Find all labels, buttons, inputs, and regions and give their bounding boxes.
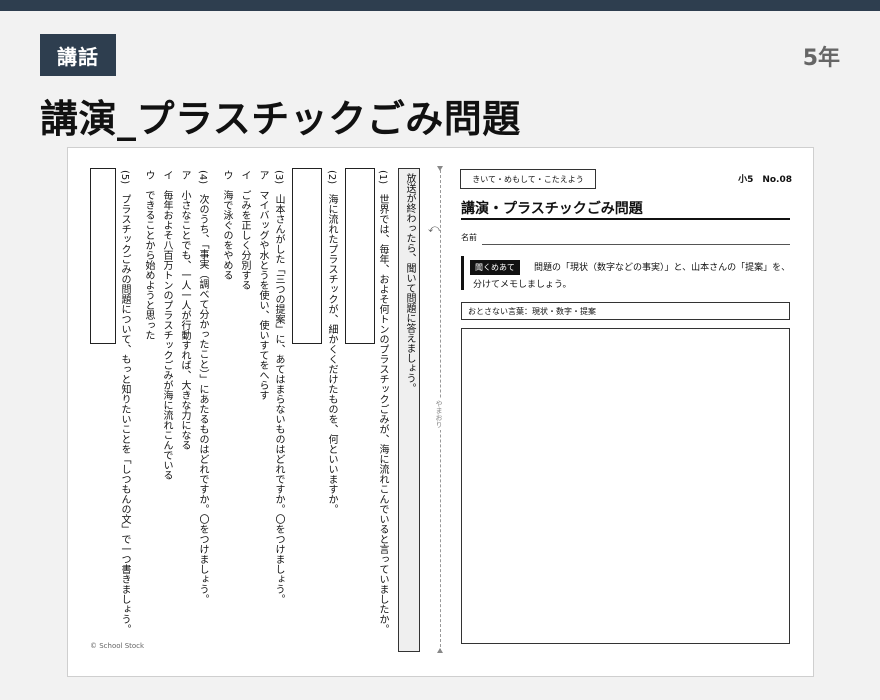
question-5: (5) プラスチックごみの問題について、もっと知りたいことを「しつもんの文」で一…	[119, 170, 130, 635]
name-line[interactable]	[482, 244, 790, 245]
worksheet-title: 講演・プラスチックごみ問題	[461, 201, 643, 217]
instruction-panel: 放送が終わったら、聞いて問題に答えましょう。	[398, 168, 420, 652]
page-title: 講演_プラスチックごみ問題	[40, 97, 521, 141]
question-4-option[interactable]: ウ できることから始めようと思った	[142, 170, 154, 340]
category-badge: 講話	[40, 34, 116, 76]
question-4-option[interactable]: ア 小さなことでも、一人一人が行動すれば、大きな力になる	[178, 170, 190, 450]
top-accent-bar	[0, 0, 880, 11]
answer-box-1[interactable]	[345, 168, 375, 344]
grade-number: 小5 No.08	[738, 175, 792, 185]
listening-goal-chip: 聞くめあて	[470, 260, 520, 275]
name-label: 名前	[461, 233, 477, 242]
worksheet-preview: 放送が終わったら、聞いて問題に答えましょう。 (1) 世界では、毎年、およそ何ト…	[67, 147, 814, 677]
fold-marker-bottom	[437, 648, 443, 653]
title-underline	[461, 218, 790, 220]
answer-box-2[interactable]	[292, 168, 322, 344]
fold-marker-top	[437, 166, 443, 171]
keyword-box: おとさない言葉：現状・数字・提案	[461, 302, 790, 320]
question-3-option[interactable]: ア マイバッグや水とうを使い、使いすてをへらす	[256, 170, 268, 400]
question-2: (2) 海に流れたプラスチックが、細かくくだけたものを、何といいますか。	[326, 170, 337, 515]
question-3-option[interactable]: イ ごみを正しく分別する	[238, 170, 250, 290]
question-4-option[interactable]: イ 毎年およそ八百万トンのプラスチックごみが海に流れこんでいる	[160, 170, 172, 480]
question-1: (1) 世界では、毎年、およそ何トンのプラスチックごみが、海に流れこんでいると言…	[377, 170, 388, 635]
instruction-text: 放送が終わったら、聞いて問題に答えましょう。	[404, 173, 415, 393]
copyright-text: © School Stock	[90, 642, 145, 650]
sub-tag: きいて・めもして・こたえよう	[460, 169, 596, 189]
question-3: (3) 山本さんがした「三つの提案」に、あてはまらないものはどれですか。〇をつけ…	[273, 170, 284, 605]
question-3-option[interactable]: ウ 海で泳ぐのをやめる	[220, 170, 232, 280]
listening-goal: 聞くめあて 問題の「現状（数字などの事実）」と、山本さんの「提案」を、 分けてメ…	[461, 256, 790, 290]
listening-goal-text: 分けてメモしましょう。	[473, 280, 572, 290]
fold-label: やまおり	[434, 398, 444, 430]
listening-goal-text: 問題の「現状（数字などの事実）」と、山本さんの「提案」を、	[534, 263, 791, 273]
fold-arrow-icon: ⤺	[428, 222, 440, 235]
keyword-text: おとさない言葉：現状・数字・提案	[468, 306, 596, 316]
answer-box-5[interactable]	[90, 168, 116, 344]
question-4: (4) 次のうち、「事実（調べて分かったこと）」にあたるものはどれですか。〇をつ…	[197, 170, 208, 605]
grade-label: 5年	[802, 46, 840, 71]
memo-area[interactable]	[461, 328, 790, 644]
